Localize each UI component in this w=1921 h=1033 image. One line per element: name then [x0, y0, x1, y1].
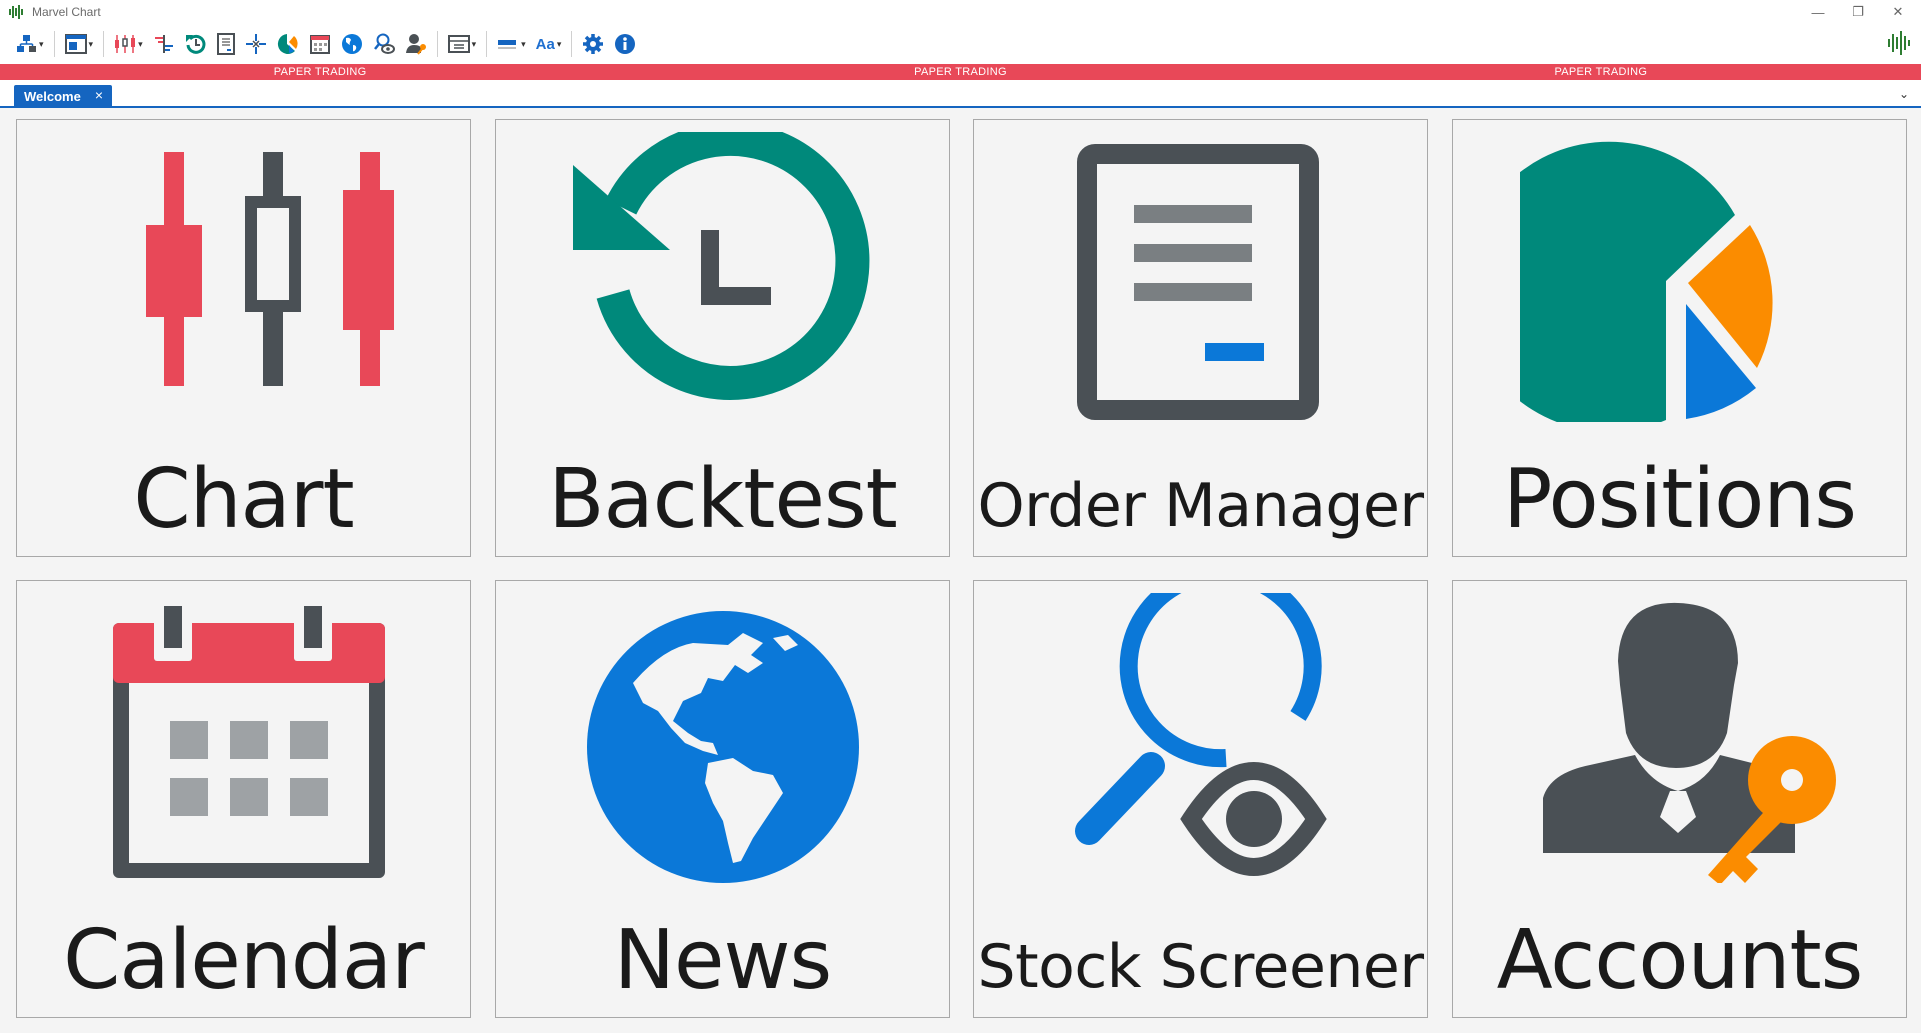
chevron-down-icon: ▾ — [88, 38, 94, 49]
toolbar-divider — [486, 31, 488, 57]
candlestick-chart-icon — [115, 35, 136, 53]
settings-button[interactable] — [577, 28, 609, 60]
tile-label: News — [613, 913, 833, 1008]
tile-calendar[interactable]: Calendar — [16, 580, 471, 1018]
info-icon — [615, 34, 636, 54]
order-manager-icon — [216, 33, 235, 55]
tile-label: Positions — [1503, 452, 1857, 547]
chevron-down-icon: ▾ — [471, 38, 477, 49]
tile-accounts[interactable]: Accounts — [1452, 580, 1907, 1018]
news-globe-icon — [341, 34, 362, 54]
status-bar — [0, 1020, 1921, 1033]
user-key-icon — [1453, 593, 1906, 883]
restore-button[interactable]: ❐ — [1840, 0, 1876, 24]
tile-label: Order Manager — [977, 471, 1424, 541]
tile-positions[interactable]: Positions — [1452, 119, 1907, 557]
backtest-history-icon — [496, 132, 949, 422]
template-icon — [447, 35, 470, 53]
chevron-down-icon: ▾ — [39, 38, 44, 49]
workspace-layout-icon — [17, 35, 36, 52]
calendar-button[interactable] — [304, 28, 336, 60]
crosshair-button[interactable] — [240, 28, 272, 60]
toolbar-divider — [53, 31, 55, 57]
accounts-button[interactable] — [400, 28, 432, 60]
magnifier-eye-icon — [974, 593, 1427, 883]
close-button[interactable]: ✕ — [1880, 0, 1916, 24]
globe-icon — [496, 593, 949, 883]
workspace-layout-button[interactable]: ▾ — [12, 28, 49, 60]
chevron-down-icon[interactable]: ⌄ — [1899, 87, 1909, 101]
connection-status[interactable] — [1887, 30, 1911, 61]
depth-of-market-icon — [154, 35, 173, 53]
tile-stock-screener[interactable]: Stock Screener — [973, 580, 1428, 1018]
backtest-icon — [185, 34, 206, 54]
news-button[interactable] — [336, 28, 368, 60]
title-bar: Marvel Chart — ❐ ✕ — [0, 0, 1921, 24]
banner-text: PAPER TRADING — [914, 66, 1007, 78]
app-logo-icon — [8, 5, 26, 19]
tile-label: Calendar — [63, 913, 425, 1008]
tile-backtest[interactable]: Backtest — [495, 119, 950, 557]
stock-screener-icon — [373, 33, 395, 54]
chevron-down-icon: ▾ — [138, 38, 143, 49]
banner-text: PAPER TRADING — [1554, 66, 1648, 78]
chart-type-button[interactable]: ▾ — [109, 28, 148, 60]
window-title: Marvel Chart — [32, 5, 101, 19]
tile-label: Stock Screener — [977, 932, 1425, 1002]
color-theme-icon — [498, 40, 517, 49]
minimize-button[interactable]: — — [1800, 0, 1836, 24]
font-size-button[interactable]: Aa ▾ — [531, 28, 567, 60]
settings-gear-icon — [583, 34, 604, 54]
window-layout-button[interactable]: ▾ — [60, 28, 99, 60]
tab-label: Welcome — [24, 89, 81, 104]
toolbar-divider — [103, 31, 105, 57]
crosshair-icon — [245, 34, 266, 54]
connection-status-icon — [1888, 31, 1910, 55]
calendar-icon — [17, 593, 470, 883]
backtest-button[interactable] — [180, 28, 212, 60]
tile-news[interactable]: News — [495, 580, 950, 1018]
pie-chart-icon — [1453, 132, 1906, 422]
order-manager-button[interactable] — [212, 28, 240, 60]
tile-label: Backtest — [548, 452, 898, 547]
template-button[interactable]: ▾ — [443, 28, 482, 60]
font-size-icon: Aa — [535, 35, 555, 53]
window-layout-icon — [64, 34, 87, 54]
calendar-icon — [309, 35, 330, 54]
candlestick-chart-icon — [17, 132, 470, 422]
tile-order-manager[interactable]: Order Manager — [973, 119, 1428, 557]
order-document-icon — [974, 132, 1427, 422]
stock-screener-button[interactable] — [368, 28, 400, 60]
tile-label: Chart — [133, 452, 354, 547]
color-theme-button[interactable]: ▾ — [492, 28, 531, 60]
accounts-icon — [405, 34, 426, 55]
tile-label: Accounts — [1496, 913, 1864, 1008]
tab-strip: Welcome × ⌄ — [0, 80, 1921, 108]
welcome-panel: Chart Backtest Order Manager Positions C… — [0, 108, 1921, 1033]
paper-trading-banner: PAPER TRADING PAPER TRADING PAPER TRADIN… — [0, 64, 1921, 80]
chevron-down-icon: ▾ — [556, 38, 562, 49]
positions-icon — [277, 34, 298, 54]
main-toolbar: ▾ ▾ ▾ ▾ ▾ Aa ▾ — [0, 24, 1921, 64]
tile-chart[interactable]: Chart — [16, 119, 471, 557]
toolbar-divider — [436, 31, 438, 57]
info-button[interactable] — [609, 28, 641, 60]
banner-text: PAPER TRADING — [273, 66, 367, 78]
positions-button[interactable] — [272, 28, 304, 60]
chevron-down-icon: ▾ — [521, 38, 526, 49]
tab-welcome[interactable]: Welcome × — [14, 85, 112, 108]
close-icon[interactable]: × — [95, 87, 103, 103]
depth-of-market-button[interactable] — [148, 28, 180, 60]
toolbar-divider — [571, 31, 573, 57]
